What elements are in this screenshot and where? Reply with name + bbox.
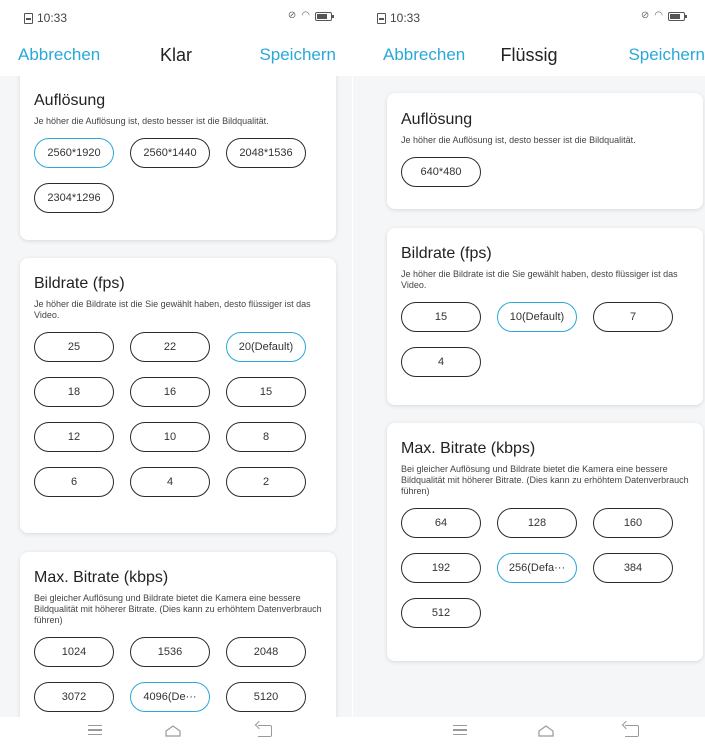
settings-content[interactable]: Auflösung Je höher die Auflösung ist, de… bbox=[0, 76, 352, 719]
resolution-card: Auflösung Je höher die Auflösung ist, de… bbox=[20, 76, 336, 240]
cancel-button[interactable]: Abbrechen bbox=[383, 45, 465, 65]
home-icon[interactable] bbox=[165, 725, 181, 737]
screenshot-icon bbox=[24, 12, 33, 24]
option-pill[interactable]: 12 bbox=[34, 422, 114, 452]
battery-icon bbox=[315, 11, 334, 21]
option-pill[interactable]: 2 bbox=[226, 467, 306, 497]
wifi-icon: ◠ bbox=[654, 10, 663, 21]
option-pill[interactable]: 4 bbox=[401, 347, 481, 377]
card-title: Auflösung bbox=[34, 92, 106, 109]
bitrate-card: Max. Bitrate (kbps) Bei gleicher Auflösu… bbox=[20, 552, 336, 719]
option-pill[interactable]: 2560*1920 bbox=[34, 138, 114, 168]
option-pill[interactable]: 256(Defa··· bbox=[497, 553, 577, 583]
option-pill[interactable]: 22 bbox=[130, 332, 210, 362]
option-pill[interactable]: 16 bbox=[130, 377, 210, 407]
option-pill[interactable]: 3072 bbox=[34, 682, 114, 712]
card-description: Je höher die Auflösung ist, desto besser… bbox=[401, 135, 636, 145]
option-pill[interactable]: 2304*1296 bbox=[34, 183, 114, 213]
card-description: Je höher die Bildrate ist die Sie gewähl… bbox=[34, 299, 311, 320]
option-pill[interactable]: 6 bbox=[34, 467, 114, 497]
back-icon[interactable] bbox=[258, 725, 272, 737]
nav-bar: Abbrechen Klar Speichern bbox=[0, 40, 352, 70]
option-pill[interactable]: 5120 bbox=[226, 682, 306, 712]
mute-icon: ⊘ bbox=[287, 10, 297, 21]
option-pill[interactable]: 25 bbox=[34, 332, 114, 362]
option-pill[interactable]: 15 bbox=[401, 302, 481, 332]
option-pill[interactable]: 4096(De··· bbox=[130, 682, 210, 712]
system-nav-bar bbox=[353, 717, 705, 747]
option-pill[interactable]: 384 bbox=[593, 553, 673, 583]
card-title: Auflösung bbox=[401, 111, 473, 128]
option-pill[interactable]: 18 bbox=[34, 377, 114, 407]
option-pill[interactable]: 2048*1536 bbox=[226, 138, 306, 168]
option-pill[interactable]: 1024 bbox=[34, 637, 114, 667]
option-pill[interactable]: 640*480 bbox=[401, 157, 481, 187]
battery-icon bbox=[668, 11, 687, 21]
option-pill[interactable]: 192 bbox=[401, 553, 481, 583]
option-pill[interactable]: 128 bbox=[497, 508, 577, 538]
option-pill[interactable]: 8 bbox=[226, 422, 306, 452]
mute-icon: ⊘ bbox=[640, 10, 650, 21]
card-description: Bei gleicher Auflösung und Bildrate biet… bbox=[401, 464, 689, 496]
option-pill[interactable]: 15 bbox=[226, 377, 306, 407]
menu-icon[interactable] bbox=[88, 725, 102, 735]
back-icon[interactable] bbox=[625, 725, 639, 737]
option-pill[interactable]: 64 bbox=[401, 508, 481, 538]
settings-content[interactable]: Auflösung Je höher die Auflösung ist, de… bbox=[353, 76, 705, 719]
option-pill[interactable]: 160 bbox=[593, 508, 673, 538]
option-pill[interactable]: 2560*1440 bbox=[130, 138, 210, 168]
status-time: 10:33 bbox=[37, 11, 68, 25]
phone-screen-fluessig: 10:33 ⊘ ◠ Abbrechen Flüssig Speichern Au… bbox=[353, 0, 705, 747]
card-title: Max. Bitrate (kbps) bbox=[34, 569, 169, 586]
framerate-card: Bildrate (fps) Je höher die Bildrate ist… bbox=[387, 228, 703, 405]
option-pill[interactable]: 7 bbox=[593, 302, 673, 332]
bitrate-card: Max. Bitrate (kbps) Bei gleicher Auflösu… bbox=[387, 423, 703, 661]
card-title: Bildrate (fps) bbox=[34, 275, 125, 292]
home-icon[interactable] bbox=[538, 725, 554, 737]
card-description: Je höher die Bildrate ist die Sie gewähl… bbox=[401, 269, 678, 290]
cancel-button[interactable]: Abbrechen bbox=[18, 45, 100, 65]
phone-screen-klar: 10:33 ⊘ ◠ Abbrechen Klar Speichern Auflö… bbox=[0, 0, 352, 747]
status-bar: 10:33 ⊘ ◠ bbox=[353, 0, 705, 36]
resolution-card: Auflösung Je höher die Auflösung ist, de… bbox=[387, 93, 703, 209]
option-pill[interactable]: 20(Default) bbox=[226, 332, 306, 362]
menu-icon[interactable] bbox=[453, 725, 467, 735]
option-pill[interactable]: 4 bbox=[130, 467, 210, 497]
status-time: 10:33 bbox=[390, 11, 421, 25]
card-description: Je höher die Auflösung ist, desto besser… bbox=[34, 116, 269, 126]
card-description: Bei gleicher Auflösung und Bildrate biet… bbox=[34, 593, 322, 625]
nav-bar: Abbrechen Flüssig Speichern bbox=[353, 40, 705, 70]
option-pill[interactable]: 10 bbox=[130, 422, 210, 452]
card-title: Bildrate (fps) bbox=[401, 245, 492, 262]
wifi-icon: ◠ bbox=[301, 10, 310, 21]
card-title: Max. Bitrate (kbps) bbox=[401, 440, 536, 457]
system-nav-bar bbox=[0, 717, 352, 747]
save-button[interactable]: Speichern bbox=[628, 45, 705, 65]
option-pill[interactable]: 512 bbox=[401, 598, 481, 628]
option-pill[interactable]: 1536 bbox=[130, 637, 210, 667]
save-button[interactable]: Speichern bbox=[259, 45, 336, 65]
option-pill[interactable]: 10(Default) bbox=[497, 302, 577, 332]
screenshot-icon bbox=[377, 12, 386, 24]
status-bar: 10:33 ⊘ ◠ bbox=[0, 0, 352, 36]
framerate-card: Bildrate (fps) Je höher die Bildrate ist… bbox=[20, 258, 336, 533]
option-pill[interactable]: 2048 bbox=[226, 637, 306, 667]
